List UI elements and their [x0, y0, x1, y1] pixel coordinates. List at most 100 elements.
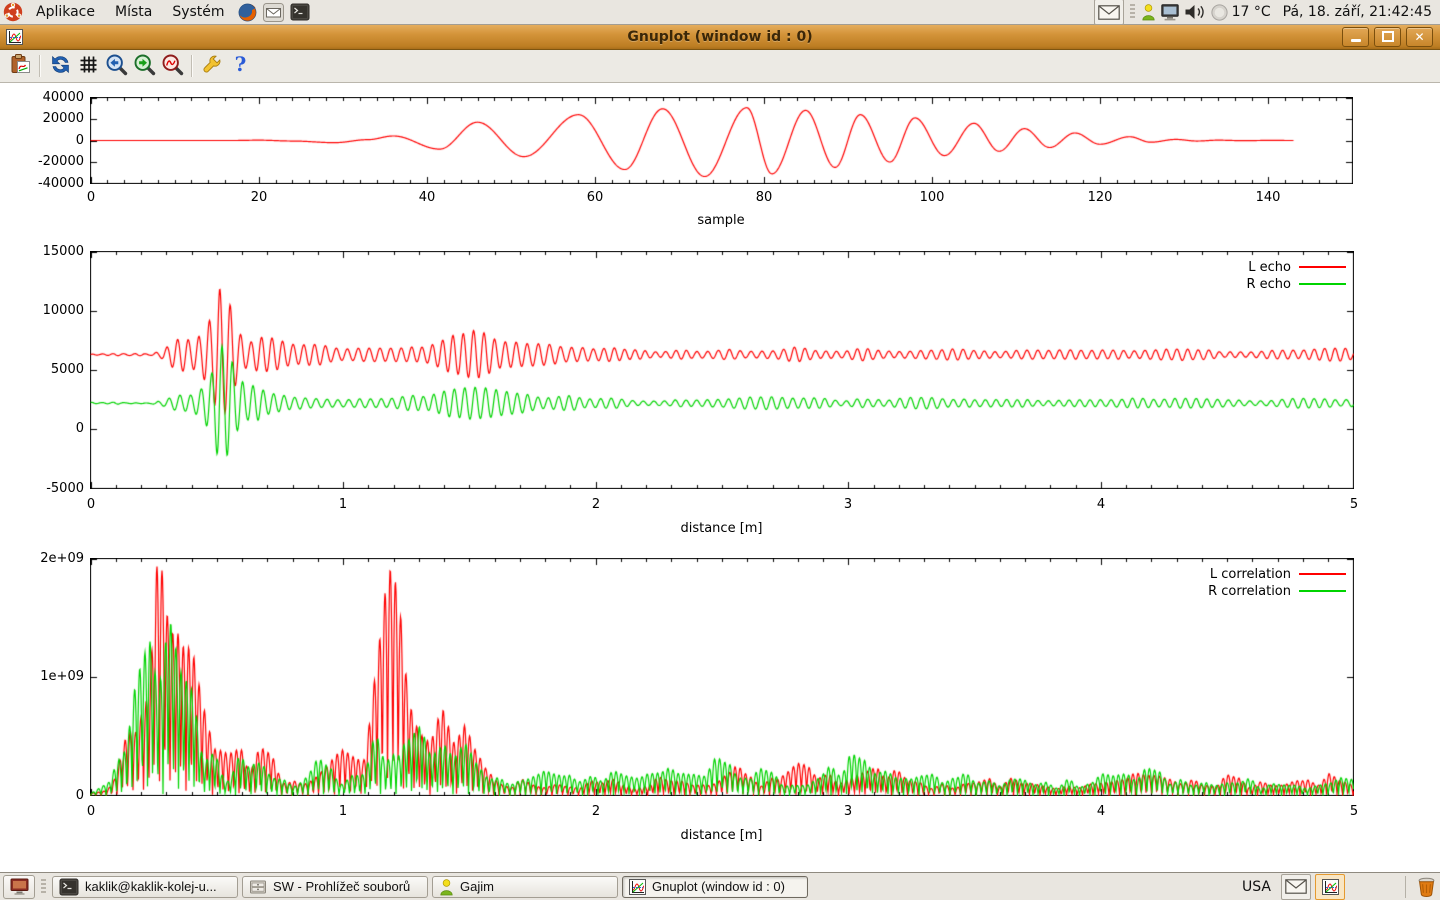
ubuntu-menu-icon[interactable]	[1, 1, 25, 23]
window-titlebar[interactable]: Gnuplot (window id : 0) ✕	[0, 24, 1440, 50]
menu-aplikace[interactable]: Aplikace	[26, 0, 105, 24]
close-button[interactable]: ✕	[1406, 27, 1433, 47]
toolbar-separator	[39, 55, 41, 77]
correlations-ytick-label: 2e+09	[14, 551, 84, 566]
waveform-ytick-label: -20000	[14, 154, 84, 169]
maximize-button[interactable]	[1374, 27, 1401, 47]
correlations-xtick-label: 1	[313, 804, 373, 819]
taskbar-window-gajim[interactable]: Gajim	[432, 876, 618, 898]
correlations-xaxis-label: distance [m]	[632, 828, 812, 843]
correlations-legend-entry: L correlation	[1210, 567, 1346, 581]
echoes-ytick-label: 10000	[14, 303, 84, 318]
waveform-ytick-label: 20000	[14, 111, 84, 126]
refresh-icon	[49, 53, 72, 79]
echoes-legend-line	[1299, 283, 1346, 285]
system-tray: 17 °C Pá, 18. září, 21:42:45	[1094, 0, 1440, 25]
display-settings-icon[interactable]	[1160, 1, 1180, 23]
echoes-xtick-label: 1	[313, 497, 373, 512]
weather-icon[interactable]	[1211, 1, 1228, 23]
correlations-plot-canvas[interactable]	[90, 558, 1354, 796]
correlations-legend-line	[1299, 590, 1346, 592]
tray-icons	[1094, 0, 1228, 25]
copy-to-clipboard-button[interactable]	[6, 52, 34, 80]
gajim-icon	[439, 878, 454, 896]
gajim-status-icon[interactable]	[1141, 1, 1156, 23]
waveform-xtick-label: 120	[1070, 190, 1130, 205]
next-zoom-button[interactable]	[130, 52, 158, 80]
mail-launcher-icon[interactable]	[262, 1, 286, 23]
toggle-grid-button[interactable]	[74, 52, 102, 80]
menu-mista[interactable]: Místa	[105, 0, 162, 24]
options-button[interactable]	[198, 52, 226, 80]
echoes-legend-line	[1299, 266, 1346, 268]
echoes-legend-entry: R echo	[1246, 277, 1346, 291]
volume-icon[interactable]	[1184, 1, 1207, 23]
correlations-xtick-label: 5	[1324, 804, 1384, 819]
grid-icon	[78, 54, 99, 78]
echoes-ytick-label: 5000	[14, 362, 84, 377]
window-list: kaklik@kaklik-kolej-u...SW - Prohlížeč s…	[52, 876, 808, 898]
correlations-xtick-label: 3	[818, 804, 878, 819]
gnuplot-window-selector[interactable]	[1315, 874, 1345, 900]
correlations-ytick-label: 1e+09	[14, 669, 84, 684]
tray-grip[interactable]	[1130, 4, 1135, 20]
window-title: Gnuplot (window id : 0)	[0, 29, 1440, 45]
gnuplot-toolbar: ?	[0, 50, 1440, 83]
correlations-ytick-label: 0	[14, 788, 84, 803]
echoes-xaxis-label: distance [m]	[632, 521, 812, 536]
waveform-xtick-label: 140	[1238, 190, 1298, 205]
taskbar-window-terminal[interactable]: kaklik@kaklik-kolej-u...	[52, 876, 238, 898]
replot-button[interactable]	[46, 52, 74, 80]
show-desktop-button[interactable]	[3, 875, 35, 899]
echoes-legend-label: L echo	[1248, 260, 1291, 275]
help-button[interactable]: ?	[226, 52, 254, 80]
maximize-icon	[1382, 31, 1394, 42]
waveform-plot-canvas[interactable]	[90, 97, 1353, 184]
waveform-xaxis-label: sample	[631, 213, 811, 228]
menu-system[interactable]: Systém	[162, 0, 234, 24]
waveform-ytick-label: 40000	[14, 90, 84, 105]
waveform-xtick-label: 60	[565, 190, 625, 205]
previous-zoom-button[interactable]	[102, 52, 130, 80]
waveform-ytick-label: -40000	[14, 176, 84, 191]
correlations-legend-label: L correlation	[1210, 567, 1291, 582]
mail-window-selector[interactable]	[1281, 874, 1311, 900]
svg-text:?: ?	[234, 53, 246, 76]
toolbar-separator	[191, 55, 193, 77]
gnome-top-panel: AplikaceMístaSystém 17 °C Pá, 18. září, …	[0, 0, 1440, 25]
echoes-ytick-label: 0	[14, 421, 84, 436]
taskbar-window-gnuplot[interactable]: Gnuplot (window id : 0)	[622, 876, 808, 898]
echoes-legend-entry: L echo	[1248, 260, 1346, 274]
plot-area: -40000-200000200004000002040608010012014…	[0, 0, 1440, 900]
panel-launchers	[235, 1, 313, 23]
minimize-icon	[1351, 39, 1361, 42]
firefox-launcher-icon[interactable]	[236, 1, 260, 23]
echoes-plot-canvas[interactable]	[90, 251, 1354, 489]
autoscale-button[interactable]	[158, 52, 186, 80]
taskbar-window-filemanager[interactable]: SW - Prohlížeč souborů	[242, 876, 428, 898]
window-controls: ✕	[1342, 27, 1440, 47]
waveform-xtick-label: 0	[61, 190, 121, 205]
echoes-xtick-label: 3	[818, 497, 878, 512]
waveform-xtick-label: 40	[397, 190, 457, 205]
waveform-ytick-label: 0	[14, 133, 84, 148]
zoomnext-icon	[133, 53, 156, 79]
gnuplot-icon	[629, 879, 646, 895]
temperature-label: 17 °C	[1232, 4, 1271, 20]
window-list-grip[interactable]	[41, 879, 46, 895]
terminal-icon	[59, 878, 79, 896]
mail-notifier-icon[interactable]	[1094, 0, 1124, 25]
echoes-xtick-label: 2	[566, 497, 626, 512]
minimize-button[interactable]	[1342, 27, 1369, 47]
waveform-xtick-label: 20	[229, 190, 289, 205]
keyboard-layout-indicator[interactable]: USA	[1242, 879, 1271, 895]
zoomprev-icon	[105, 53, 128, 79]
taskbar-window-label: Gnuplot (window id : 0)	[652, 879, 785, 894]
zoomfit-icon	[161, 53, 184, 79]
correlations-xtick-label: 4	[1071, 804, 1131, 819]
waveform-xtick-label: 80	[734, 190, 794, 205]
trash-icon[interactable]	[1416, 876, 1437, 898]
taskbar: kaklik@kaklik-kolej-u...SW - Prohlížeč s…	[0, 872, 1440, 900]
terminal-launcher-icon[interactable]	[288, 1, 312, 23]
clock-label[interactable]: Pá, 18. září, 21:42:45	[1283, 4, 1432, 20]
